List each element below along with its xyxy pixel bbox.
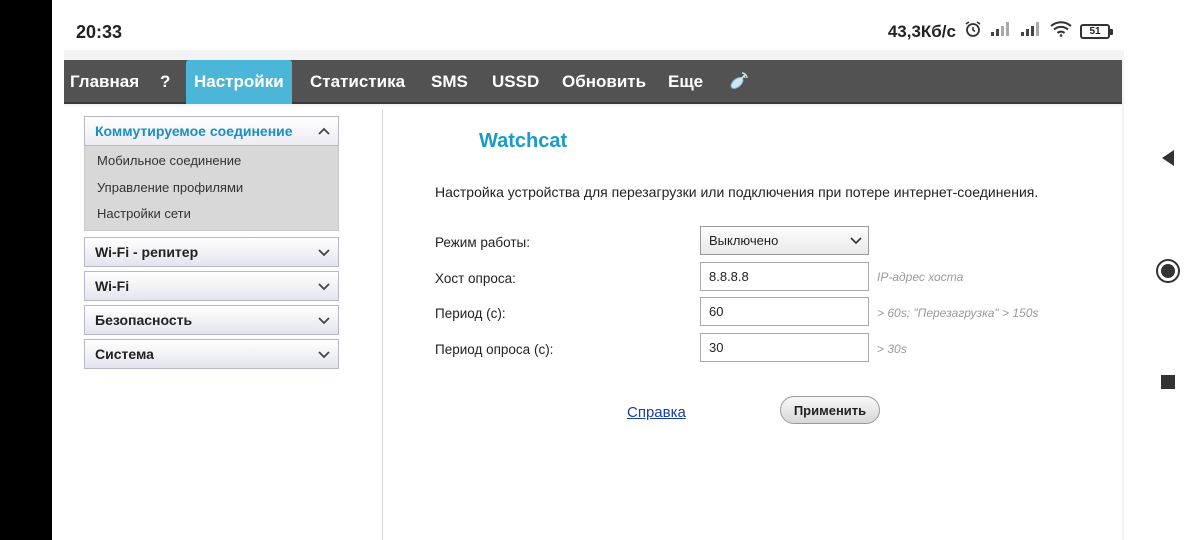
poll-period-input[interactable]: 30	[700, 333, 869, 362]
period-input[interactable]: 60	[700, 297, 869, 326]
nav-update[interactable]: Обновить	[562, 60, 646, 104]
nav-sms[interactable]: SMS	[431, 60, 468, 104]
sidebar-section-wifi[interactable]: Wi-Fi	[84, 270, 339, 301]
page-title: Watchcat	[479, 130, 568, 152]
column-divider	[382, 110, 383, 540]
sidebar-item-profile-management[interactable]: Управление профилями	[85, 175, 338, 202]
sidebar-submenu: Мобильное соединение Управление профилям…	[84, 146, 339, 231]
content-area: Коммутируемое соединение Мобильное соеди…	[64, 106, 1122, 540]
poll-period-label: Период опроса (с):	[435, 342, 554, 357]
sidebar-item-mobile-connection[interactable]: Мобильное соединение	[85, 148, 338, 175]
period-label: Период (с):	[435, 306, 506, 321]
satellite-icon[interactable]	[728, 70, 750, 94]
main-panel: Watchcat Настройка устройства для переза…	[384, 106, 1122, 540]
mode-select-value: Выключено	[709, 233, 779, 248]
signal-icon	[1020, 21, 1042, 42]
status-icons: 43,3Кб/с 51	[887, 20, 1113, 43]
help-link[interactable]: Справка	[627, 404, 686, 421]
battery-icon: 51	[1080, 24, 1113, 39]
status-clock: 20:33	[76, 22, 123, 42]
chevron-down-icon	[318, 340, 330, 378]
home-icon[interactable]	[1136, 258, 1200, 289]
top-navigation: Главная ? Настройки Статистика SMS USSD …	[64, 60, 1122, 104]
mode-label: Режим работы:	[435, 235, 530, 250]
sidebar-section-dialup[interactable]: Коммутируемое соединение	[84, 116, 339, 146]
nav-help[interactable]: ?	[160, 60, 170, 104]
poll-host-label: Хост опроса:	[435, 271, 516, 286]
wifi-icon	[1050, 21, 1072, 42]
nav-home[interactable]: Главная	[70, 60, 139, 104]
sidebar-section-label: Wi-Fi	[95, 277, 130, 294]
sidebar-section-label: Система	[95, 345, 154, 362]
chevron-up-icon	[318, 117, 330, 155]
apply-button[interactable]: Применить	[780, 396, 880, 424]
mode-select[interactable]: Выключено	[700, 226, 869, 255]
network-speed: 43,3Кб/с	[887, 21, 956, 41]
chevron-down-icon	[850, 227, 862, 265]
router-page: Главная ? Настройки Статистика SMS USSD …	[64, 50, 1124, 540]
signal-icon	[990, 21, 1012, 42]
nav-ussd[interactable]: USSD	[492, 60, 539, 104]
poll-host-input[interactable]: 8.8.8.8	[700, 262, 869, 291]
poll-host-hint: IP-адрес хоста	[877, 270, 964, 284]
android-navigation-bar	[1136, 0, 1200, 540]
sidebar-section-label: Wi-Fi - репитер	[95, 243, 199, 260]
nav-settings[interactable]: Настройки	[186, 60, 292, 104]
sidebar-section-wifi-repeater[interactable]: Wi-Fi - репитер	[84, 236, 339, 267]
sidebar-section-system[interactable]: Система	[84, 338, 339, 369]
sidebar-section-label: Коммутируемое соединение	[95, 123, 293, 139]
sidebar-section-security[interactable]: Безопасность	[84, 304, 339, 335]
nav-statistics[interactable]: Статистика	[310, 60, 405, 104]
poll-period-hint: > 30s	[877, 342, 907, 356]
back-icon[interactable]	[1136, 148, 1200, 173]
recents-icon[interactable]	[1136, 374, 1200, 395]
alarm-icon	[964, 20, 982, 43]
page-description: Настройка устройства для перезагрузки ил…	[435, 184, 1039, 200]
phone-screen: 20:33 43,3Кб/с 51 Главная ? Настройки Ст…	[52, 0, 1136, 540]
nav-more[interactable]: Еще	[668, 60, 703, 104]
period-hint: > 60s; "Перезагрузка" > 150s	[877, 306, 1039, 320]
sidebar-item-network-settings[interactable]: Настройки сети	[85, 201, 338, 228]
sidebar-menu: Коммутируемое соединение Мобильное соеди…	[84, 116, 339, 373]
sidebar-section-label: Безопасность	[95, 311, 193, 328]
